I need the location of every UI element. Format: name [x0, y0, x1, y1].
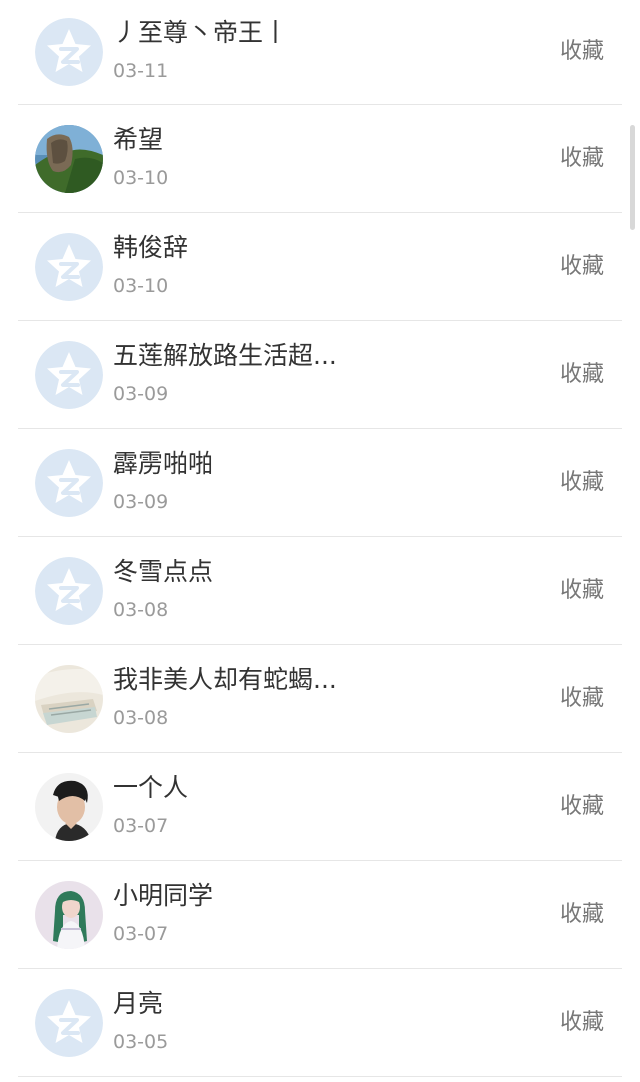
contact-list: 丿至尊丶帝王丨 03-11 收藏 希望 03-10 收藏 韩俊辞 03-10 收藏 五莲解放路生活…	[0, 0, 640, 1077]
contact-name: 一个人	[113, 773, 189, 802]
favorite-button[interactable]: 收藏	[560, 252, 604, 282]
favorite-button[interactable]: 收藏	[560, 37, 604, 67]
contact-name: 韩俊辞	[113, 233, 189, 262]
list-item[interactable]: 希望 03-10 收藏	[18, 105, 622, 213]
contact-name: 小明同学	[113, 881, 214, 910]
default-avatar-icon[interactable]	[35, 232, 103, 301]
contact-date: 03-09	[113, 491, 169, 513]
list-item[interactable]: 一个人 03-07 收藏	[18, 753, 622, 861]
favorite-button[interactable]: 收藏	[560, 144, 604, 174]
contact-name: 冬雪点点	[113, 557, 214, 586]
favorite-button[interactable]: 收藏	[560, 360, 604, 390]
favorite-button[interactable]: 收藏	[560, 900, 604, 930]
favorite-button[interactable]: 收藏	[560, 1008, 604, 1038]
contact-name: 霹雳啪啪	[113, 449, 214, 478]
contact-date: 03-05	[113, 1031, 169, 1053]
list-item[interactable]: 丿至尊丶帝王丨 03-11 收藏	[18, 0, 622, 105]
default-avatar-icon[interactable]	[35, 556, 103, 625]
avatar[interactable]	[35, 124, 103, 193]
contact-date: 03-08	[113, 707, 169, 729]
default-avatar-icon[interactable]	[35, 988, 103, 1057]
contact-date: 03-09	[113, 383, 169, 405]
contact-date: 03-10	[113, 167, 169, 189]
list-item[interactable]: 霹雳啪啪 03-09 收藏	[18, 429, 622, 537]
list-item[interactable]: 小明同学 03-07 收藏	[18, 861, 622, 969]
contact-date: 03-11	[113, 60, 169, 82]
favorite-button[interactable]: 收藏	[560, 684, 604, 714]
list-item[interactable]: 五莲解放路生活超... 03-09 收藏	[18, 321, 622, 429]
default-avatar-icon[interactable]	[35, 340, 103, 409]
contact-date: 03-07	[113, 923, 169, 945]
list-item[interactable]: 冬雪点点 03-08 收藏	[18, 537, 622, 645]
contact-date: 03-07	[113, 815, 169, 837]
list-item[interactable]: 月亮 03-05 收藏	[18, 969, 622, 1077]
list-item[interactable]: 韩俊辞 03-10 收藏	[18, 213, 622, 321]
contact-date: 03-08	[113, 599, 169, 621]
avatar[interactable]	[35, 772, 103, 841]
contact-date: 03-10	[113, 275, 169, 297]
avatar[interactable]	[35, 664, 103, 733]
list-item[interactable]: 我非美人却有蛇蝎... 03-08 收藏	[18, 645, 622, 753]
scrollbar[interactable]	[630, 125, 635, 230]
contact-name: 希望	[113, 125, 164, 154]
contact-name: 丿至尊丶帝王丨	[113, 18, 289, 47]
default-avatar-icon[interactable]	[35, 448, 103, 517]
avatar[interactable]	[35, 880, 103, 949]
favorite-button[interactable]: 收藏	[560, 468, 604, 498]
default-avatar-icon[interactable]	[35, 18, 103, 86]
contact-name: 我非美人却有蛇蝎...	[113, 665, 337, 694]
contact-name: 五莲解放路生活超...	[113, 341, 337, 370]
contact-name: 月亮	[113, 989, 164, 1018]
favorite-button[interactable]: 收藏	[560, 792, 604, 822]
favorite-button[interactable]: 收藏	[560, 576, 604, 606]
